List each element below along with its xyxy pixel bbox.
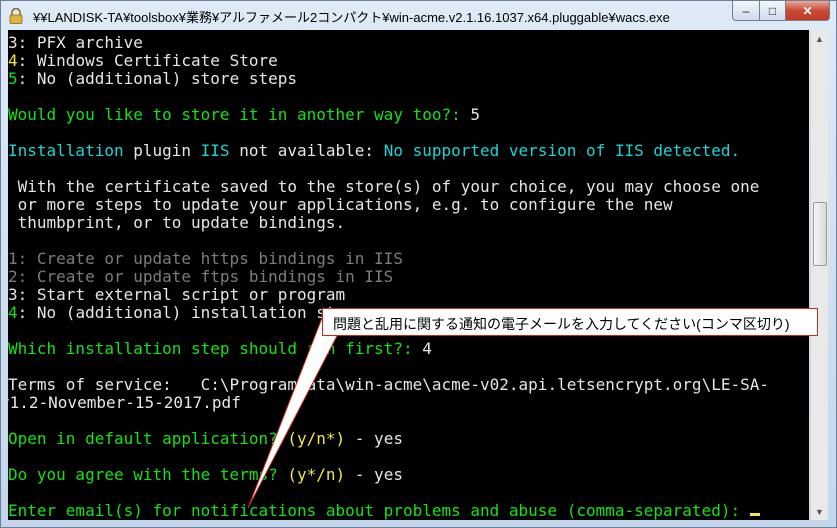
callout-text: 問題と乱用に関する通知の電子メールを入力してください(コンマ区切り) xyxy=(333,316,790,332)
annotation-callout: 問題と乱用に関する通知の電子メールを入力してください(コンマ区切り) xyxy=(322,308,818,336)
callout-leader xyxy=(247,317,339,509)
